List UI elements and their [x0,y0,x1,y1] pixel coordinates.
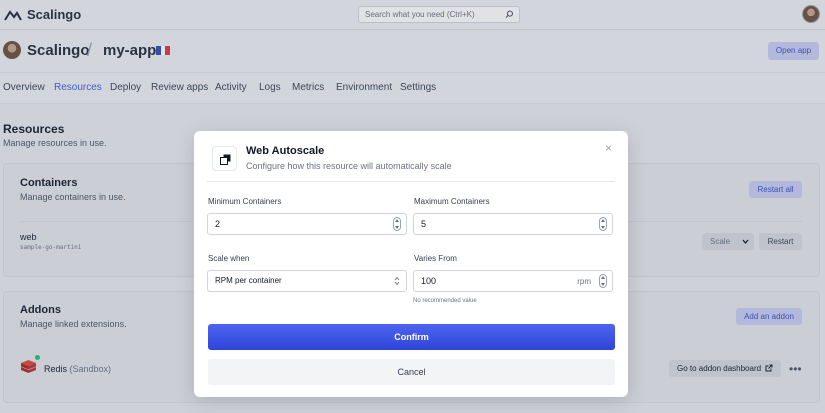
varies-from-input[interactable]: 100 rpm [413,270,613,292]
min-containers-value: 2 [215,219,221,229]
autoscale-icon-box [212,146,237,171]
scale-when-select[interactable]: RPM per container [207,270,407,292]
varies-from-value: 100 [421,276,437,286]
varies-from-label: Varies From [414,254,457,263]
scale-when-label: Scale when [208,254,250,263]
varies-from-stepper[interactable] [599,274,607,288]
varies-from-unit: rpm [577,277,591,286]
min-containers-stepper[interactable] [393,217,401,231]
max-containers-value: 5 [421,219,427,229]
modal-subtitle: Configure how this resource will automat… [246,161,452,171]
min-containers-label: Minimum Containers [208,197,282,206]
max-containers-stepper[interactable] [599,217,607,231]
modal-title: Web Autoscale [246,145,325,157]
confirm-button[interactable]: Confirm [208,324,615,350]
scale-when-value: RPM per container [215,276,282,285]
min-containers-input[interactable]: 2 [207,213,407,235]
select-arrows-icon [394,276,400,286]
autoscale-modal: Web Autoscale Configure how this resourc… [194,131,628,397]
max-containers-input[interactable]: 5 [413,213,613,235]
cancel-button[interactable]: Cancel [208,359,615,385]
max-containers-label: Maximum Containers [414,197,490,206]
close-icon[interactable]: × [605,141,612,155]
autoscale-icon [220,154,231,165]
modal-divider [207,181,615,182]
varies-from-hint: No recommended value [413,298,477,304]
